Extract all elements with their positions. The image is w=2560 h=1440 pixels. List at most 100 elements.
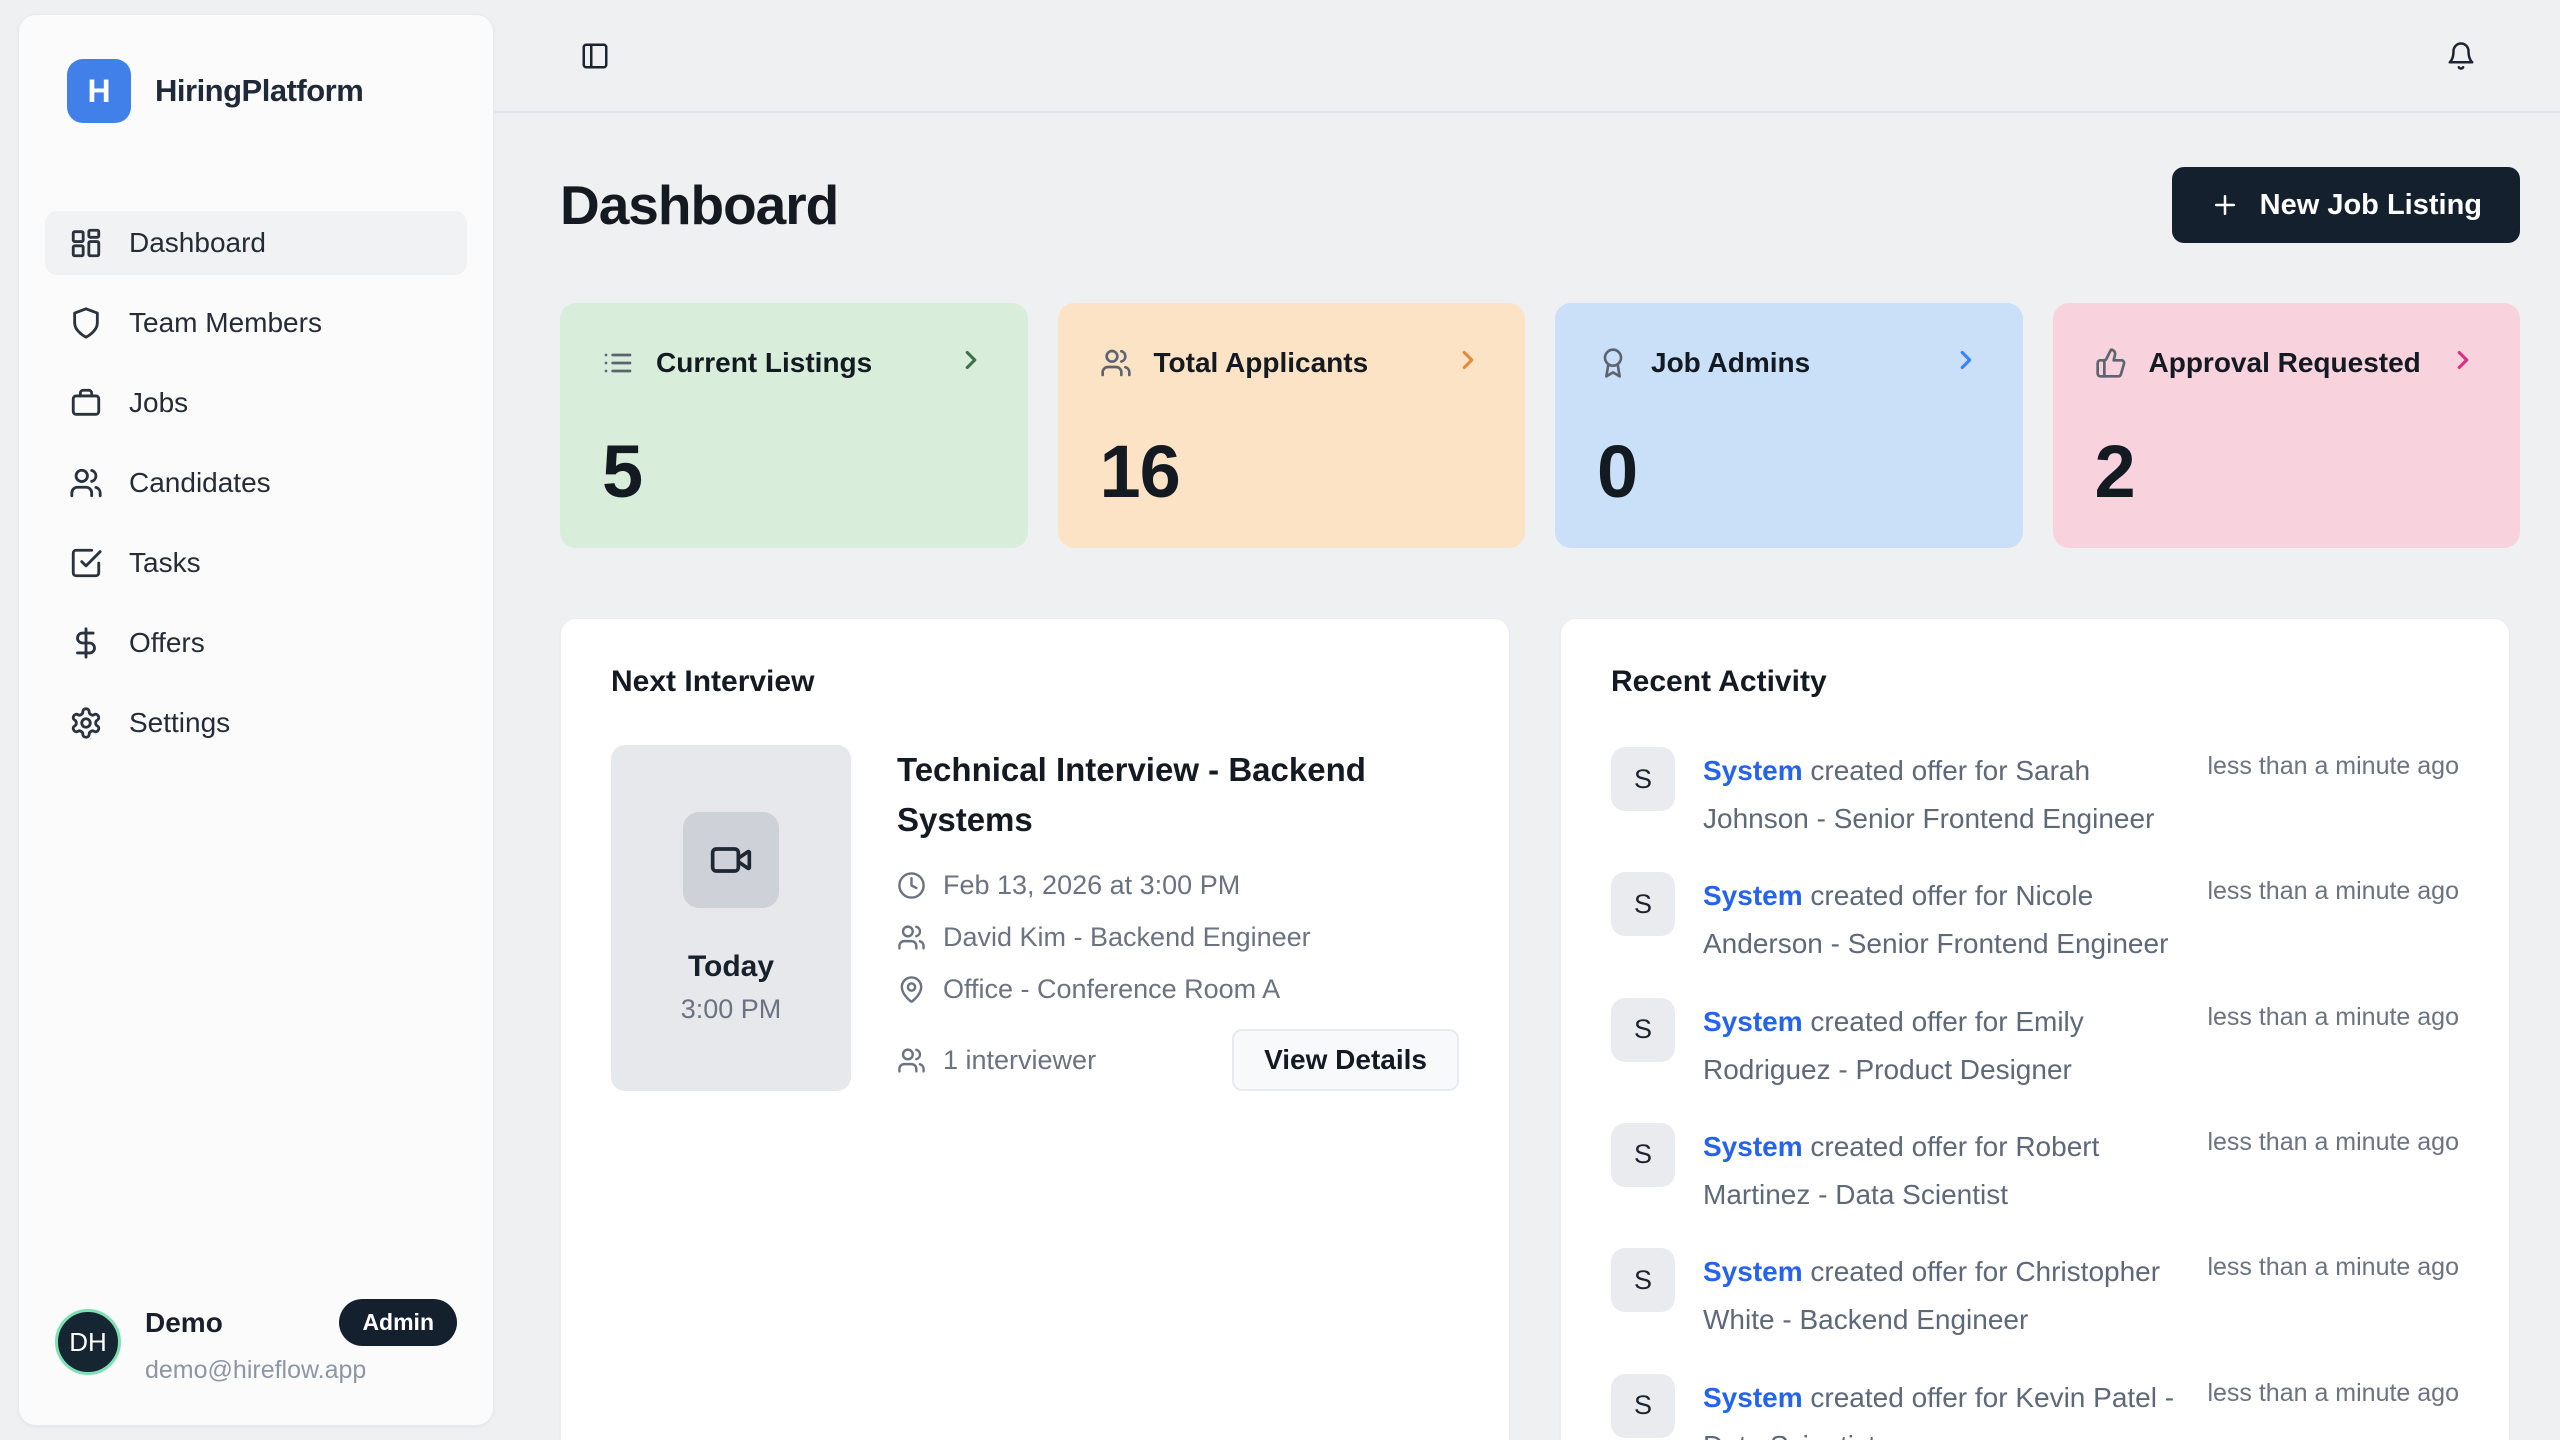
task-check-icon bbox=[69, 546, 103, 580]
map-pin-icon bbox=[897, 975, 926, 1004]
role-badge: Admin bbox=[339, 1299, 457, 1346]
activity-item: S System created offer for Robert Martin… bbox=[1611, 1123, 2459, 1219]
sidebar-item-dashboard[interactable]: Dashboard bbox=[45, 211, 467, 275]
stat-card-total-applicants[interactable]: Total Applicants 16 bbox=[1058, 303, 1526, 548]
gear-icon bbox=[69, 706, 103, 740]
stat-value: 2 bbox=[2095, 429, 2479, 514]
notifications-button[interactable] bbox=[2440, 35, 2482, 77]
sidebar-item-label: Tasks bbox=[129, 547, 201, 579]
sidebar: H HiringPlatform Dashboard Team Members … bbox=[18, 14, 494, 1426]
stat-label: Job Admins bbox=[1651, 347, 1810, 379]
stat-cards: Current Listings 5 Total Applicants bbox=[560, 303, 2520, 548]
activity-item: S System created offer for Nicole Anders… bbox=[1611, 872, 2459, 968]
activity-actor-link[interactable]: System bbox=[1703, 1131, 1803, 1162]
activity-avatar: S bbox=[1611, 872, 1675, 936]
view-details-button[interactable]: View Details bbox=[1232, 1029, 1459, 1091]
activity-list: S System created offer for Sarah Johnson… bbox=[1611, 747, 2459, 1440]
sidebar-item-tasks[interactable]: Tasks bbox=[45, 531, 467, 595]
activity-item: S System created offer for Kevin Patel -… bbox=[1611, 1374, 2459, 1440]
sidebar-item-team-members[interactable]: Team Members bbox=[45, 291, 467, 355]
stat-label: Current Listings bbox=[656, 347, 872, 379]
user-info: Demo Admin demo@hireflow.app bbox=[145, 1299, 457, 1385]
sidebar-item-label: Settings bbox=[129, 707, 230, 739]
interview-candidate-row: David Kim - Backend Engineer bbox=[897, 922, 1459, 953]
interview-details: Technical Interview - Backend Systems Fe… bbox=[897, 745, 1459, 1091]
interview-datetime-row: Feb 13, 2026 at 3:00 PM bbox=[897, 870, 1459, 901]
activity-text: System created offer for Robert Martinez… bbox=[1703, 1123, 2179, 1219]
activity-actor-link[interactable]: System bbox=[1703, 880, 1803, 911]
sidebar-item-jobs[interactable]: Jobs bbox=[45, 371, 467, 435]
logo-mark: H bbox=[67, 59, 131, 123]
activity-text: System created offer for Nicole Anderson… bbox=[1703, 872, 2179, 968]
activity-timestamp: less than a minute ago bbox=[2207, 872, 2459, 906]
activity-timestamp: less than a minute ago bbox=[2207, 998, 2459, 1032]
chevron-right-icon bbox=[1453, 345, 1483, 380]
stat-card-job-admins[interactable]: Job Admins 0 bbox=[1555, 303, 2023, 548]
briefcase-icon bbox=[69, 386, 103, 420]
bottom-panels: Next Interview Today 3:00 PM Technical I… bbox=[560, 618, 2520, 1440]
chevron-right-icon bbox=[956, 345, 986, 380]
logo: H HiringPlatform bbox=[45, 59, 467, 123]
user-email: demo@hireflow.app bbox=[145, 1356, 457, 1385]
dashboard-icon bbox=[69, 226, 103, 260]
user-card[interactable]: DH Demo Admin demo@hireflow.app bbox=[45, 1299, 467, 1385]
sidebar-item-label: Team Members bbox=[129, 307, 322, 339]
activity-avatar: S bbox=[1611, 1123, 1675, 1187]
award-icon bbox=[1597, 347, 1629, 379]
interviewer-count-row: 1 interviewer bbox=[897, 1045, 1096, 1076]
dollar-icon bbox=[69, 626, 103, 660]
shield-icon bbox=[69, 306, 103, 340]
user-name: Demo bbox=[145, 1307, 223, 1339]
sidebar-item-offers[interactable]: Offers bbox=[45, 611, 467, 675]
activity-avatar: S bbox=[1611, 998, 1675, 1062]
interview-footer: 1 interviewer View Details bbox=[897, 1029, 1459, 1091]
stat-card-approval-requested[interactable]: Approval Requested 2 bbox=[2053, 303, 2521, 548]
new-job-listing-button[interactable]: New Job Listing bbox=[2172, 167, 2520, 243]
sidebar-item-label: Candidates bbox=[129, 467, 271, 499]
sidebar-toggle-button[interactable] bbox=[574, 35, 616, 77]
stat-value: 16 bbox=[1100, 429, 1484, 514]
interview-card: Today 3:00 PM Technical Interview - Back… bbox=[611, 745, 1459, 1091]
new-job-listing-label: New Job Listing bbox=[2260, 189, 2482, 222]
activity-actor-link[interactable]: System bbox=[1703, 1382, 1803, 1413]
activity-timestamp: less than a minute ago bbox=[2207, 1248, 2459, 1282]
activity-actor-link[interactable]: System bbox=[1703, 1256, 1803, 1287]
page-header: Dashboard New Job Listing bbox=[560, 167, 2520, 243]
list-icon bbox=[602, 347, 634, 379]
sidebar-nav: Dashboard Team Members Jobs Candidates T… bbox=[45, 211, 467, 755]
activity-avatar: S bbox=[1611, 1374, 1675, 1438]
sidebar-item-label: Offers bbox=[129, 627, 205, 659]
interview-time-label: 3:00 PM bbox=[681, 994, 782, 1025]
page-title: Dashboard bbox=[560, 173, 838, 237]
stat-label: Total Applicants bbox=[1154, 347, 1369, 379]
interview-title: Technical Interview - Backend Systems bbox=[897, 745, 1459, 844]
stat-card-current-listings[interactable]: Current Listings 5 bbox=[560, 303, 1028, 548]
app-root: H HiringPlatform Dashboard Team Members … bbox=[0, 0, 2560, 1440]
recent-activity-title: Recent Activity bbox=[1611, 665, 2459, 699]
video-camera-icon bbox=[709, 838, 753, 882]
chevron-right-icon bbox=[1951, 345, 1981, 380]
interview-location-row: Office - Conference Room A bbox=[897, 974, 1459, 1005]
users-icon bbox=[1100, 347, 1132, 379]
stat-value: 5 bbox=[602, 429, 986, 514]
activity-item: S System created offer for Emily Rodrigu… bbox=[1611, 998, 2459, 1094]
activity-actor-link[interactable]: System bbox=[1703, 1006, 1803, 1037]
activity-actor-link[interactable]: System bbox=[1703, 755, 1803, 786]
activity-text: System created offer for Kevin Patel - D… bbox=[1703, 1374, 2179, 1440]
bell-icon bbox=[2446, 41, 2476, 71]
next-interview-title: Next Interview bbox=[611, 665, 1459, 699]
sidebar-item-label: Dashboard bbox=[129, 227, 266, 259]
activity-text: System created offer for Christopher Whi… bbox=[1703, 1248, 2179, 1344]
topbar bbox=[494, 0, 2560, 113]
interview-candidate: David Kim - Backend Engineer bbox=[943, 922, 1311, 953]
sidebar-item-settings[interactable]: Settings bbox=[45, 691, 467, 755]
interview-day-label: Today bbox=[688, 950, 774, 984]
users-icon bbox=[897, 1046, 926, 1075]
sidebar-item-candidates[interactable]: Candidates bbox=[45, 451, 467, 515]
interview-date-tile: Today 3:00 PM bbox=[611, 745, 851, 1091]
content: Dashboard New Job Listing Current Listin… bbox=[494, 113, 2560, 1440]
activity-text: System created offer for Sarah Johnson -… bbox=[1703, 747, 2179, 843]
panel-left-icon bbox=[580, 41, 610, 71]
activity-text: System created offer for Emily Rodriguez… bbox=[1703, 998, 2179, 1094]
next-interview-panel: Next Interview Today 3:00 PM Technical I… bbox=[560, 618, 1510, 1440]
